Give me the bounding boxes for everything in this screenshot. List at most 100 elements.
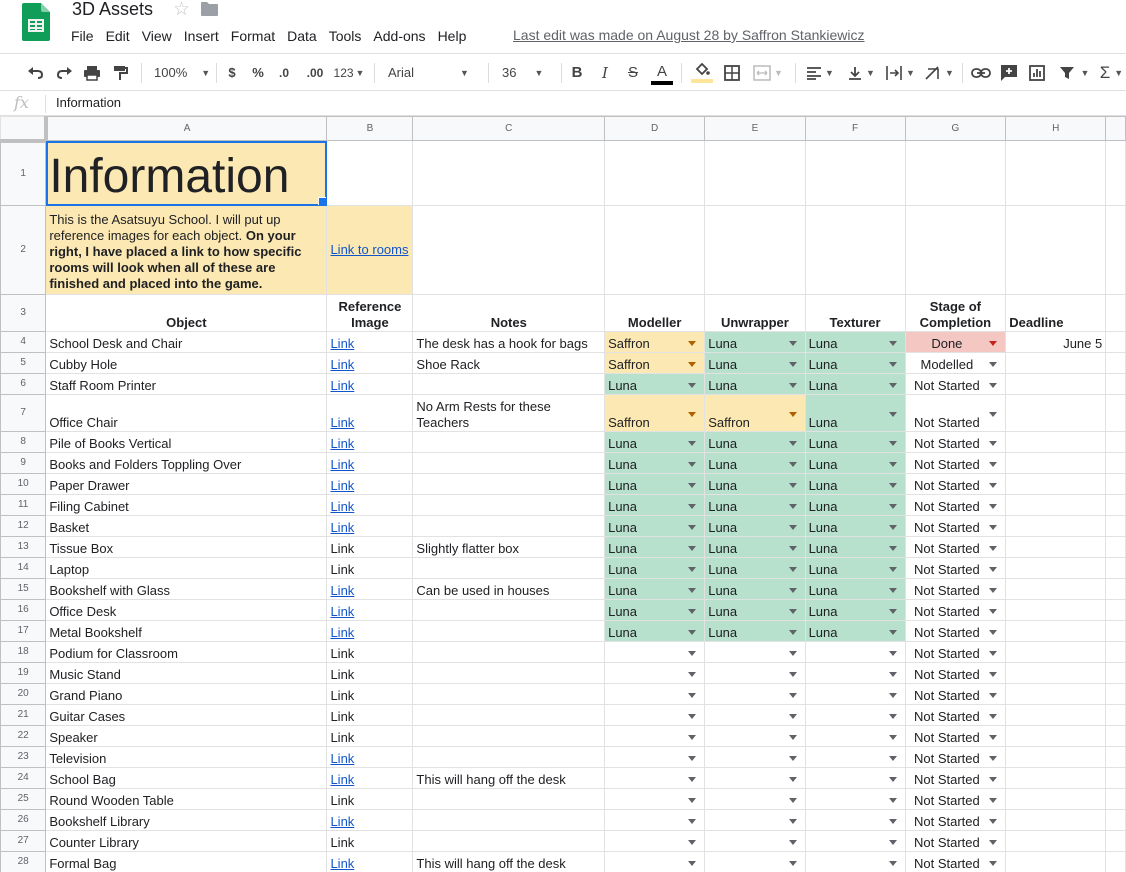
reference-link-cell[interactable]: Link — [326, 557, 414, 579]
notes-cell[interactable] — [412, 452, 606, 474]
header-stage-of-completion[interactable]: Stage of Completion — [904, 294, 1007, 332]
texturer-dropdown[interactable] — [804, 809, 906, 831]
modeller-dropdown[interactable] — [604, 809, 706, 831]
deadline-cell[interactable] — [1005, 494, 1107, 516]
notes-cell[interactable] — [412, 641, 606, 663]
notes-cell[interactable]: No Arm Rests for these Teachers — [412, 394, 606, 432]
stage-dropdown[interactable]: Not Started — [904, 662, 1007, 684]
row-header[interactable]: 2 — [0, 205, 47, 295]
fill-color-icon[interactable] — [690, 54, 714, 91]
row-header[interactable]: 14 — [0, 557, 47, 579]
reference-link-cell[interactable]: Link — [326, 662, 414, 684]
stage-dropdown[interactable]: Not Started — [904, 830, 1007, 852]
texturer-dropdown[interactable]: Luna — [804, 515, 906, 537]
reference-link[interactable]: Link — [330, 625, 354, 640]
texturer-dropdown[interactable]: Luna — [804, 452, 906, 474]
formula-input[interactable]: Information — [56, 95, 121, 110]
deadline-cell[interactable] — [1005, 515, 1107, 537]
object-cell[interactable]: Books and Folders Toppling Over — [45, 452, 328, 474]
modeller-dropdown[interactable]: Luna — [604, 557, 706, 579]
modeller-dropdown[interactable]: Luna — [604, 578, 706, 600]
deadline-cell[interactable] — [1005, 557, 1107, 579]
cell[interactable] — [1105, 294, 1126, 332]
cell[interactable] — [1105, 599, 1126, 621]
unwrapper-dropdown[interactable] — [704, 851, 806, 872]
deadline-cell[interactable]: June 5 — [1005, 331, 1107, 353]
object-cell[interactable]: Counter Library — [45, 830, 328, 852]
row-header[interactable]: 10 — [0, 473, 47, 495]
reference-link[interactable]: Link — [330, 520, 354, 535]
undo-icon[interactable] — [24, 54, 48, 91]
decrease-decimals-button[interactable]: .0 — [273, 54, 295, 91]
modeller-dropdown[interactable]: Luna — [604, 452, 706, 474]
stage-dropdown[interactable]: Not Started — [904, 725, 1007, 747]
borders-icon[interactable] — [721, 54, 743, 91]
cell[interactable] — [1005, 205, 1107, 295]
object-cell[interactable]: Filing Cabinet — [45, 494, 328, 516]
header-texturer[interactable]: Texturer — [804, 294, 906, 332]
cell[interactable] — [1105, 515, 1126, 537]
zoom-select[interactable]: 100% ▼ — [148, 54, 210, 91]
increase-decimals-button[interactable]: .00 — [301, 54, 329, 91]
object-cell[interactable]: Office Chair — [45, 394, 328, 432]
comment-icon[interactable] — [997, 54, 1021, 91]
texturer-dropdown[interactable]: Luna — [804, 352, 906, 374]
texturer-dropdown[interactable] — [804, 746, 906, 768]
header-unwrapper[interactable]: Unwrapper — [704, 294, 806, 332]
column-header-h[interactable]: H — [1005, 116, 1107, 141]
cell[interactable] — [704, 140, 806, 206]
cell[interactable] — [1105, 788, 1126, 810]
stage-dropdown[interactable]: Not Started — [904, 452, 1007, 474]
stage-dropdown[interactable]: Modelled — [904, 352, 1007, 374]
modeller-dropdown[interactable]: Luna — [604, 494, 706, 516]
header-reference-image[interactable]: Reference Image — [326, 294, 414, 332]
modeller-dropdown[interactable]: Luna — [604, 620, 706, 642]
stage-dropdown[interactable]: Not Started — [904, 557, 1007, 579]
notes-cell[interactable]: The desk has a hook for bags — [412, 331, 606, 353]
texturer-dropdown[interactable]: Luna — [804, 620, 906, 642]
reference-link-cell[interactable]: Link — [326, 599, 414, 621]
reference-link-cell[interactable]: Link — [326, 331, 414, 353]
unwrapper-dropdown[interactable] — [704, 746, 806, 768]
wrap-icon[interactable]: ▼ — [882, 54, 918, 91]
modeller-dropdown[interactable] — [604, 830, 706, 852]
reference-link[interactable]: Link — [330, 478, 354, 493]
header-deadline[interactable]: Deadline — [1005, 294, 1107, 332]
reference-link-cell[interactable]: Link — [326, 641, 414, 663]
unwrapper-dropdown[interactable] — [704, 641, 806, 663]
row-header[interactable]: 13 — [0, 536, 47, 558]
stage-dropdown[interactable]: Not Started — [904, 373, 1007, 395]
notes-cell[interactable] — [412, 704, 606, 726]
unwrapper-dropdown[interactable] — [704, 809, 806, 831]
cell[interactable] — [1105, 746, 1126, 768]
unwrapper-dropdown[interactable]: Luna — [704, 578, 806, 600]
modeller-dropdown[interactable] — [604, 767, 706, 789]
modeller-dropdown[interactable] — [604, 851, 706, 872]
cell[interactable] — [1105, 578, 1126, 600]
object-cell[interactable]: Television — [45, 746, 328, 768]
rooms-link-cell[interactable]: Link to rooms — [326, 205, 414, 295]
reference-link-cell[interactable]: Link — [326, 704, 414, 726]
reference-link[interactable]: Link — [330, 436, 354, 451]
reference-link-cell[interactable]: Link — [326, 373, 414, 395]
cell[interactable] — [1105, 830, 1126, 852]
row-header[interactable]: 20 — [0, 683, 47, 705]
reference-link-cell[interactable]: Link — [326, 683, 414, 705]
notes-cell[interactable]: This will hang off the desk — [412, 767, 606, 789]
rotate-icon[interactable]: ▼ — [921, 54, 957, 91]
cell[interactable] — [1105, 494, 1126, 516]
notes-cell[interactable] — [412, 599, 606, 621]
cell[interactable] — [1105, 473, 1126, 495]
unwrapper-dropdown[interactable]: Luna — [704, 494, 806, 516]
object-cell[interactable]: Bookshelf with Glass — [45, 578, 328, 600]
modeller-dropdown[interactable]: Luna — [604, 473, 706, 495]
stage-dropdown[interactable]: Not Started — [904, 578, 1007, 600]
notes-cell[interactable] — [412, 725, 606, 747]
reference-link[interactable]: Link — [330, 751, 354, 766]
stage-dropdown[interactable]: Not Started — [904, 394, 1007, 432]
column-header-f[interactable]: F — [804, 116, 906, 141]
unwrapper-dropdown[interactable]: Luna — [704, 473, 806, 495]
unwrapper-dropdown[interactable]: Luna — [704, 452, 806, 474]
row-header[interactable]: 25 — [0, 788, 47, 810]
menu-file[interactable]: File — [65, 26, 100, 46]
